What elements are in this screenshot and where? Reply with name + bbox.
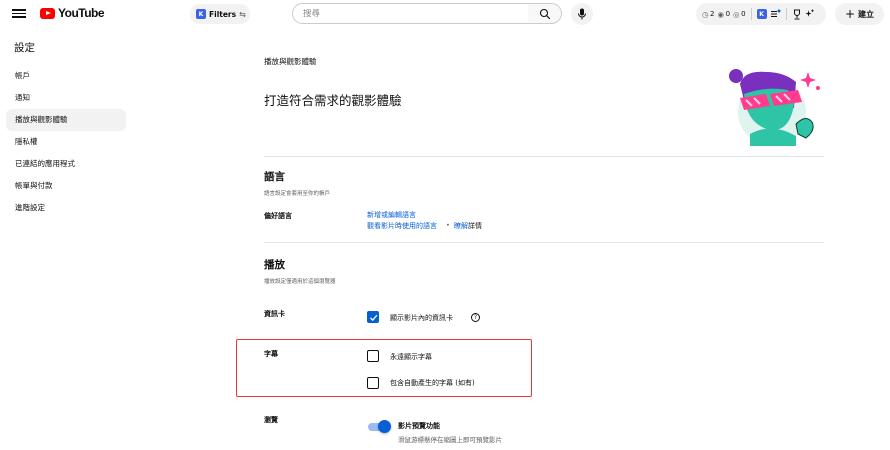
sidebar-item-account[interactable]: 帳戶 xyxy=(6,65,126,87)
stat-value: 0 xyxy=(725,10,731,18)
stat-watch-later[interactable]: ◷ 2 xyxy=(702,10,715,19)
top-bar: YouTube K Filters ⇆ ◷ 2 ◉ 0 ◎ 0 K xyxy=(0,0,890,28)
sidebar-title: 設定 xyxy=(14,42,35,54)
section-divider xyxy=(264,156,824,157)
search-box xyxy=(292,3,529,24)
menu-icon[interactable] xyxy=(12,7,26,21)
page-section-name: 播放與觀影體驗 xyxy=(264,57,317,66)
sort-icon: ⇆ xyxy=(239,9,246,19)
browse-label: 瀏覽 xyxy=(264,416,278,424)
video-preview-description: 滑鼠游標懸停在縮圖上即可預覽影片 xyxy=(398,436,502,444)
always-show-captions-checkbox[interactable] xyxy=(367,350,379,362)
preferred-language-label: 偏好語言 xyxy=(264,212,292,220)
search-button[interactable] xyxy=(528,3,562,24)
language-heading: 語言 xyxy=(264,171,285,183)
edit-languages-link[interactable]: 新增或編輯語言 xyxy=(367,210,416,220)
learn-more-suffix: 詳情 xyxy=(468,222,482,230)
voice-search-button[interactable] xyxy=(571,3,593,25)
stat-watched[interactable]: ◉ 0 xyxy=(718,10,731,19)
always-show-captions-option[interactable]: 永遠顯示字幕 xyxy=(390,352,432,362)
divider xyxy=(785,8,787,20)
video-preview-title: 影片預覽功能 xyxy=(398,422,440,430)
section-divider xyxy=(264,242,824,243)
playback-heading: 播放 xyxy=(264,259,285,271)
help-icon[interactable]: ? xyxy=(471,313,480,322)
info-cards-option[interactable]: 顯示影片內的資訊卡 xyxy=(390,313,453,323)
logo-text: YouTube xyxy=(58,6,105,20)
youtube-play-icon xyxy=(40,7,55,19)
languages-used-link[interactable]: 觀看影片時使用的語言 xyxy=(367,221,437,231)
bullet-separator: • xyxy=(446,221,450,229)
extension-badge-icon: K xyxy=(196,9,206,19)
stat-value: 0 xyxy=(741,10,746,18)
youtube-logo[interactable]: YouTube xyxy=(40,6,105,20)
auto-captions-checkbox[interactable] xyxy=(367,377,379,389)
checkmark-icon xyxy=(369,314,377,321)
microphone-icon xyxy=(578,8,586,20)
eye-icon: ◉ xyxy=(717,9,725,19)
sidebar-item-playback[interactable]: 播放與觀影體驗 xyxy=(6,109,126,131)
queue-icon[interactable] xyxy=(770,9,781,19)
filters-button[interactable]: K Filters ⇆ xyxy=(190,4,250,24)
captions-highlight-box xyxy=(236,339,532,397)
search-icon xyxy=(539,8,550,19)
language-description: 語言設定會套用至你的帳戶 xyxy=(264,191,331,197)
viewer-illustration-icon xyxy=(729,69,820,146)
search-input[interactable] xyxy=(303,8,528,19)
extension-badge-icon[interactable]: K xyxy=(756,9,767,19)
video-preview-toggle[interactable] xyxy=(368,420,391,433)
clock-icon: ◷ xyxy=(702,9,709,19)
auto-captions-option[interactable]: 包含自動產生的字幕 (如有) xyxy=(390,378,475,388)
page-title: 打造符合需求的觀影體驗 xyxy=(264,93,402,108)
stat-value: 2 xyxy=(710,10,715,18)
create-button[interactable]: + 建立 xyxy=(835,3,884,25)
toggle-knob xyxy=(378,420,391,433)
info-cards-checkbox[interactable] xyxy=(367,311,379,323)
sidebar-item-notifications[interactable]: 通知 xyxy=(6,87,126,109)
playback-description: 播放設定僅適用於這個瀏覽器 xyxy=(264,279,336,285)
trophy-icon[interactable] xyxy=(792,9,802,20)
sidebar-item-privacy[interactable]: 隱私權 xyxy=(6,131,126,153)
filters-label: Filters xyxy=(209,9,237,19)
sparkle-icon[interactable] xyxy=(804,9,814,19)
sidebar-item-billing[interactable]: 帳單與付款 xyxy=(6,175,126,197)
learn-more-link[interactable]: 瞭解 xyxy=(454,221,468,231)
sidebar-item-advanced[interactable]: 進階設定 xyxy=(6,197,126,219)
sidebar-item-connected-apps[interactable]: 已連結的應用程式 xyxy=(6,153,126,175)
plus-icon: + xyxy=(844,7,856,21)
extension-stats-pill: ◷ 2 ◉ 0 ◎ 0 K xyxy=(696,3,826,25)
eye-off-icon: ◎ xyxy=(733,9,740,19)
stat-hidden[interactable]: ◎ 0 xyxy=(733,10,746,19)
divider xyxy=(750,8,752,20)
captions-label: 字幕 xyxy=(264,350,278,358)
create-label: 建立 xyxy=(858,9,875,19)
info-cards-label: 資訊卡 xyxy=(264,310,285,318)
